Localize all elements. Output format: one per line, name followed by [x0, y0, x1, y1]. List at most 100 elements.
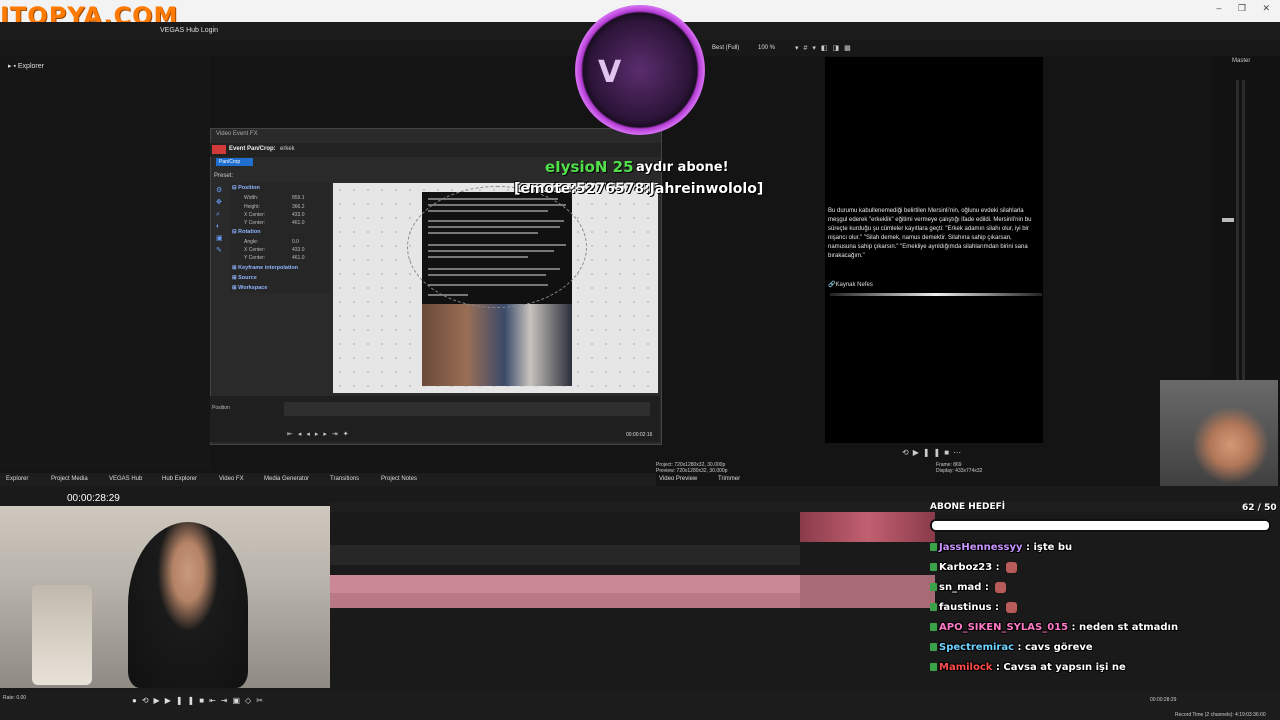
fx-side-tools: ⚙ ✥ ⌕ ◐ ▣ ✎	[216, 185, 226, 265]
keyframe-track[interactable]	[284, 402, 650, 416]
streamer-figure	[128, 522, 248, 688]
tab-pan-crop[interactable]: Pan/Crop	[216, 158, 253, 166]
tab-transitions[interactable]: Transitions	[330, 476, 359, 482]
video-clip[interactable]	[330, 545, 800, 565]
chat-text: cavs göreve	[1025, 642, 1093, 653]
chat-username[interactable]: sn_mad	[939, 582, 981, 593]
hub-login-label[interactable]: VEGAS Hub Login	[160, 27, 218, 34]
chat-message: faustinus :	[930, 598, 1275, 618]
tab-project-notes[interactable]: Project Notes	[381, 476, 417, 482]
chat-message: JassHennessyy : işte bu	[930, 538, 1275, 558]
chat-badge-icon	[930, 663, 937, 671]
news-photo	[422, 304, 572, 386]
subscriber-goal-title: ABONE HEDEFİ	[930, 502, 1006, 512]
prop-angle-label: Angle:	[244, 239, 259, 245]
properties-panel: ⊟ Position Width: 859.1 Height: 366.2 X …	[230, 183, 330, 293]
preview-transport[interactable]: ⟲▶❚❚■⋯	[902, 448, 965, 457]
chat-badge-icon	[930, 563, 937, 571]
audio-clip[interactable]	[330, 593, 800, 608]
video-clip-thumbnails[interactable]	[800, 512, 935, 542]
subscriber-goal-count: 62 / 50	[1242, 503, 1277, 513]
preview-toolbar-icons[interactable]: ▾#▾◧◨▦	[795, 44, 856, 52]
prop-height-value[interactable]: 366.2	[292, 204, 305, 210]
keyframe-track-label: Position	[212, 405, 230, 411]
maximize-icon[interactable]: ❐	[1238, 3, 1246, 13]
subscriber-alert-emote: [emote:5276578:Jahreinwololo]	[514, 181, 764, 197]
frame-info: Frame: 869 Display: 433x774x32	[936, 462, 982, 474]
preview-zoom-select[interactable]: 100 %	[758, 45, 775, 51]
preview-format: Preview: 720x1280x32, 30.000p	[656, 468, 728, 474]
chat-username[interactable]: JassHennessyy	[939, 542, 1023, 553]
section-workspace[interactable]: ⊞ Workspace	[232, 285, 267, 291]
fx-transport-controls[interactable]: ⇤◂◂▸▸⇥✦	[287, 430, 354, 438]
prop-xcenter-label: X Center:	[244, 212, 266, 218]
tab-video-fx[interactable]: Video FX	[219, 476, 244, 482]
webcam-background-lamp	[32, 585, 92, 685]
prop-ycenter-value[interactable]: 461.0	[292, 220, 305, 226]
prop-angle-value[interactable]: 0.0	[292, 239, 299, 245]
display-format: Display: 433x774x32	[936, 468, 983, 474]
explorer-tree-item[interactable]: ▸ ▪ Explorer	[8, 62, 44, 70]
timeline-timecode: 00:00:28:29	[67, 493, 120, 504]
emblem-letter: V	[598, 55, 622, 90]
chat-username[interactable]: faustinus	[939, 602, 992, 613]
section-keyframe[interactable]: ⊞ Keyframe interpolation	[232, 265, 298, 271]
chat-message: Spectremirac : cavs göreve	[930, 638, 1275, 658]
chat-badge-icon	[930, 603, 937, 611]
tab-media-generator[interactable]: Media Generator	[264, 476, 309, 482]
chat-badge-icon	[930, 643, 937, 651]
plugin-title: Event Pan/Crop:	[229, 146, 276, 152]
subscriber-alert-name: eIysioN 25	[545, 158, 634, 176]
window-controls: – ❐ ✕	[1202, 3, 1270, 14]
prop-width-label: Width:	[244, 195, 259, 201]
master-label: Master	[1232, 58, 1251, 64]
record-time: Record Time (2 channels): 4:19:03:36:00	[1175, 712, 1266, 718]
prop-rot-ycenter-value[interactable]: 461.0	[292, 255, 305, 261]
master-fader[interactable]	[1222, 218, 1234, 222]
tab-project-media[interactable]: Project Media	[51, 476, 88, 482]
section-rotation[interactable]: ⊟ Rotation	[232, 229, 260, 235]
tab-video-preview[interactable]: Video Preview	[659, 476, 697, 482]
chat-separator: :	[992, 662, 1004, 673]
chat-message: APO_SIKEN_SYLAS_015 : neden st atmadın	[930, 618, 1275, 638]
explorer-panel	[0, 56, 210, 470]
timeline-ruler[interactable]	[330, 502, 1280, 512]
chat-separator: :	[992, 562, 1004, 573]
tab-explorer[interactable]: Explorer	[6, 476, 28, 482]
chat-username[interactable]: Spectremirac	[939, 642, 1014, 653]
timeline-transport-controls[interactable]: ●⟲▶▶❚❚■⇤⇥▣◇✂	[132, 696, 268, 705]
preset-label: Preset:	[214, 173, 234, 179]
section-position[interactable]: ⊟ Position	[232, 185, 260, 191]
channel-emblem-icon	[575, 5, 705, 135]
chat-username[interactable]: APO_SIKEN_SYLAS_015	[939, 622, 1068, 633]
preview-quality-select[interactable]: Best (Full)	[712, 45, 739, 51]
audio-clip[interactable]	[800, 575, 935, 608]
chat-separator: :	[1014, 642, 1025, 653]
subscriber-alert-text: aydır abone!	[636, 160, 729, 175]
fx-timecode: 00:00:02:16	[626, 432, 653, 438]
minimize-icon[interactable]: –	[1216, 3, 1221, 13]
bottom-timecode: 00:00:28:29	[1150, 697, 1177, 703]
prop-rot-xcenter-value[interactable]: 433.0	[292, 247, 305, 253]
close-icon[interactable]: ✕	[1262, 3, 1270, 13]
chat-username[interactable]: Karboz23	[939, 562, 992, 573]
tab-vegas-hub[interactable]: VEGAS Hub	[109, 476, 142, 482]
chat-badge-icon	[930, 623, 937, 631]
fx-plugin-icon	[212, 145, 226, 154]
chat-emote-icon	[1006, 561, 1018, 573]
chat-emote-icon	[1005, 601, 1017, 613]
stream-chat: JassHennessyy : işte bu Karboz23 : sn_mad…	[930, 538, 1275, 678]
fx-window-title: Video Event FX	[216, 131, 258, 137]
prop-width-value[interactable]: 859.1	[292, 195, 305, 201]
section-source[interactable]: ⊞ Source	[232, 275, 257, 281]
chat-username[interactable]: Mamilock	[939, 662, 992, 673]
tool-icons[interactable]: ⚙ ✥ ⌕ ◐ ▣ ✎	[216, 185, 226, 257]
goal-bar-fill	[932, 521, 1269, 530]
audio-clip[interactable]	[330, 575, 800, 593]
prop-xcenter-value[interactable]: 433.0	[292, 212, 305, 218]
crop-ellipse-guide[interactable]	[407, 186, 587, 308]
preview-progress-glow	[830, 293, 1042, 296]
tab-trimmer[interactable]: Trimmer	[718, 476, 740, 482]
chat-badge-icon	[930, 543, 937, 551]
tab-hub-explorer[interactable]: Hub Explorer	[162, 476, 197, 482]
